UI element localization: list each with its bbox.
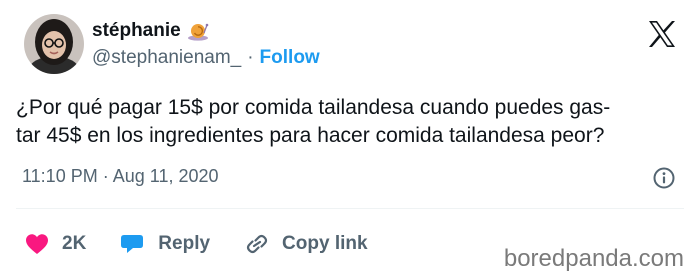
tweet-actions-bar: 2K Reply Copy link xyxy=(24,232,368,256)
tweet-time: 11:10 PM xyxy=(22,166,98,186)
author-handle[interactable]: @stephanienam_ xyxy=(92,47,241,69)
copy-link-label: Copy link xyxy=(282,233,368,254)
watermark: boredpanda.com xyxy=(503,245,684,272)
author-name-row: stéphanie xyxy=(92,20,209,42)
separator-dot: · xyxy=(247,47,254,68)
copy-link-button[interactable]: Copy link xyxy=(244,232,368,256)
like-count: 2K xyxy=(62,233,87,254)
separator-dot: · xyxy=(102,166,109,186)
x-logo-icon[interactable] xyxy=(646,18,678,50)
tweet-text: ¿Por qué pagar 15$ por comida tailandesa… xyxy=(16,94,688,150)
tweet-text-line: tar 45$ en los ingredientes para hacer c… xyxy=(16,124,605,147)
divider xyxy=(16,208,684,209)
snail-icon xyxy=(187,21,209,41)
tweet-date: Aug 11, 2020 xyxy=(112,166,219,186)
author-handle-row: @stephanienam_ · Follow xyxy=(92,47,320,69)
follow-button[interactable]: Follow xyxy=(260,47,320,69)
author-display-name[interactable]: stéphanie xyxy=(92,20,181,42)
avatar[interactable] xyxy=(24,14,84,74)
link-icon xyxy=(246,234,268,254)
heart-icon xyxy=(26,234,48,254)
reply-label: Reply xyxy=(158,233,211,254)
tweet-timestamp[interactable]: 11:10 PM · Aug 11, 2020 xyxy=(22,166,219,187)
reply-button[interactable]: Reply xyxy=(120,232,210,256)
speech-bubble-icon xyxy=(121,235,144,253)
info-icon[interactable] xyxy=(652,166,676,190)
like-button[interactable]: 2K xyxy=(24,232,86,256)
tweet-text-line: ¿Por qué pagar 15$ por comida tailandesa… xyxy=(16,96,611,119)
